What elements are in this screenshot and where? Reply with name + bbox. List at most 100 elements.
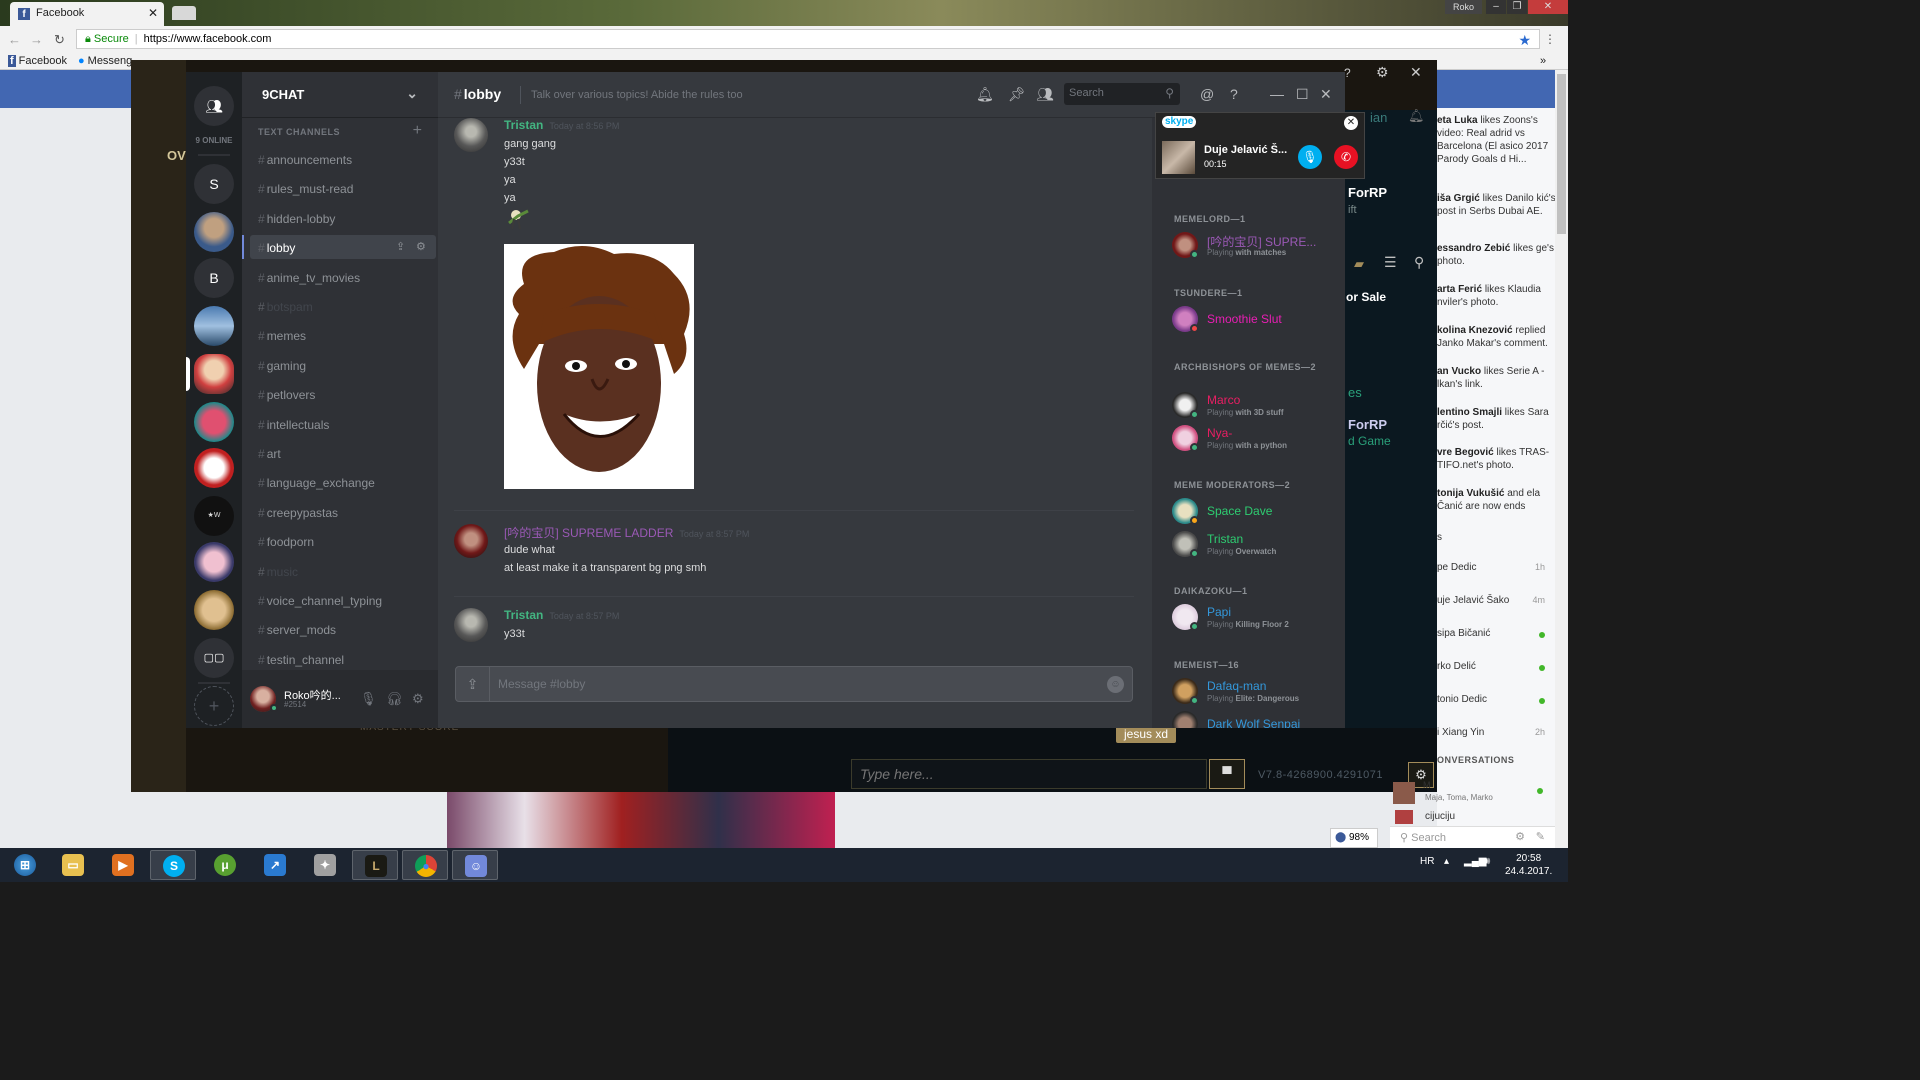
store-folder-icon[interactable]: ▰ <box>1354 256 1364 272</box>
avatar[interactable] <box>454 524 488 558</box>
pin-icon[interactable]: 📌︎ <box>1008 86 1026 103</box>
channel-item[interactable]: # music <box>250 559 436 583</box>
message-author[interactable]: Tristan Today at 8:56 PM <box>504 118 619 132</box>
ticker-item[interactable]: an Vucko likes Serie A - lkan's link. <box>1437 365 1555 391</box>
member-item[interactable]: Papi Playing Killing Floor 2 <box>1172 602 1342 634</box>
channel-item[interactable]: # hidden-lobby <box>250 206 436 230</box>
ticker-item[interactable]: tonija Vukušić and ela Čanić are now end… <box>1437 487 1555 517</box>
url-field[interactable]: 🔒︎ Secure | https://www.facebook.com ★ <box>76 29 1540 49</box>
start-button[interactable]: ⊞ <box>2 850 48 880</box>
scrollbar-thumb[interactable] <box>1557 74 1566 234</box>
channel-item[interactable]: # server_mods <box>250 617 436 641</box>
chrome-menu-icon[interactable]: ⋮ <box>1544 32 1556 46</box>
browser-tab-facebook[interactable]: f Facebook ✕ <box>10 2 164 26</box>
close-icon[interactable]: ✕ <box>1344 116 1358 130</box>
channel-item[interactable]: # voice_channel_typing <box>250 588 436 612</box>
media-player-taskbar-icon[interactable]: ▶ <box>100 850 146 880</box>
new-tab-button[interactable] <box>172 6 196 20</box>
bell-icon[interactable]: 🔔︎ <box>976 86 994 103</box>
league-taskbar-icon[interactable]: L <box>352 850 398 880</box>
contact-item[interactable]: pe Dedic 1h <box>1437 562 1555 573</box>
reload-icon[interactable]: ↻ <box>54 32 65 48</box>
new-message-icon[interactable]: ✎ <box>1536 830 1545 843</box>
channel-item[interactable]: # botspam <box>250 294 436 318</box>
friends-icon[interactable]: 👥︎ <box>194 86 234 126</box>
facebook-post-image[interactable] <box>447 792 835 848</box>
help-icon[interactable]: ? <box>1230 86 1238 102</box>
conversation-item[interactable]: M Maja, Toma, Marko <box>1393 778 1553 804</box>
message-author[interactable]: Tristan Today at 8:57 PM <box>504 608 619 622</box>
channel-item[interactable]: # language_exchange <box>250 470 436 494</box>
skype-taskbar-icon[interactable]: S <box>150 850 196 880</box>
channel-item[interactable]: # lobby ⇪ ⚙ <box>250 235 436 260</box>
guild-9chat[interactable] <box>194 354 234 394</box>
utorrent-taskbar-icon[interactable]: μ <box>202 850 248 880</box>
league-help-icon[interactable]: ? <box>1344 66 1351 80</box>
contact-item[interactable]: i Xiang Yin 2h <box>1437 727 1555 738</box>
page-scrollbar[interactable] <box>1555 70 1568 850</box>
contact-item[interactable]: sipa Bičanić <box>1437 628 1555 639</box>
mentions-icon[interactable]: @ <box>1200 86 1214 102</box>
guild-icon[interactable] <box>194 402 234 442</box>
chat-settings-icon[interactable]: ⚙ <box>1515 830 1525 843</box>
channel-item[interactable]: # creepypastas <box>250 500 436 524</box>
add-channel-icon[interactable]: + <box>413 122 422 140</box>
guild-icon[interactable] <box>194 590 234 630</box>
contact-item[interactable]: uje Jelavić Šako 4m <box>1437 595 1555 606</box>
league-gear-icon[interactable]: ⚙ <box>1376 64 1389 81</box>
member-item[interactable]: Dafaq-man Playing Elite: Dangerous <box>1172 676 1342 708</box>
server-header[interactable]: 9CHAT ⌄ <box>242 72 438 118</box>
guild-icon[interactable] <box>194 542 234 582</box>
search-input[interactable]: Search ⚲ <box>1064 83 1180 105</box>
channel-item[interactable]: # intellectuals <box>250 412 436 436</box>
discord-taskbar-icon[interactable]: ☺ <box>452 850 498 880</box>
ticker-item[interactable]: lentino Smajli likes Sara rčić's post. <box>1437 406 1555 432</box>
channel-item[interactable]: # rules_must-read <box>250 176 436 200</box>
channel-item[interactable]: # foodporn <box>250 529 436 553</box>
league-chat-input[interactable] <box>851 759 1207 789</box>
minimize-icon[interactable]: – <box>1486 0 1506 14</box>
upload-icon[interactable]: ⇪ <box>456 667 490 701</box>
explorer-taskbar-icon[interactable]: ▭ <box>50 850 96 880</box>
chat-toggle-icon[interactable]: ▀ <box>1209 759 1245 789</box>
category-header[interactable]: TEXT CHANNELS <box>258 127 340 137</box>
minimize-icon[interactable]: — <box>1270 86 1284 102</box>
contact-item[interactable]: tonio Dedic <box>1437 694 1555 705</box>
channel-item[interactable]: # anime_tv_movies <box>250 265 436 289</box>
headphones-icon[interactable]: 🎧︎ <box>386 691 403 707</box>
app-taskbar-icon[interactable]: ✦ <box>302 850 348 880</box>
forward-icon[interactable]: → <box>30 32 43 47</box>
bookmark-facebook[interactable]: f Facebook <box>8 55 67 67</box>
member-item[interactable]: Smoothie Slut <box>1172 304 1342 336</box>
meme-image[interactable] <box>504 244 694 489</box>
chrome-taskbar-icon[interactable]: ● <box>402 850 448 880</box>
ticker-item[interactable]: kolina Knezović replied Janko Makar's co… <box>1437 324 1555 350</box>
facebook-chat-search[interactable]: ⚲ Search ⚙ ✎ <box>1390 826 1555 848</box>
maximize-icon[interactable]: ☐ <box>1296 86 1309 103</box>
emoji-picker-icon[interactable]: ☺ <box>1107 676 1124 693</box>
league-overview-tab[interactable]: OV <box>167 148 186 163</box>
member-list-icon[interactable]: 👥︎ <box>1036 86 1054 103</box>
store-list-icon[interactable]: ☰ <box>1384 254 1397 271</box>
ticker-item[interactable]: vre Begović likes TRAS-TIFO.net's photo. <box>1437 446 1555 472</box>
bookmark-messenger[interactable]: ● Messeng <box>78 55 132 67</box>
close-tab-icon[interactable]: ✕ <box>148 6 158 20</box>
restore-icon[interactable]: ❐ <box>1507 0 1527 14</box>
close-icon[interactable]: ✕ <box>1320 86 1332 103</box>
message-author[interactable]: [吟的宝贝] SUPREME LADDER Today at 8:57 PM <box>504 524 749 541</box>
member-item[interactable]: Dark Wolf Senpai <box>1172 709 1342 728</box>
guild-s[interactable]: S <box>194 164 234 204</box>
channel-item[interactable]: # memes <box>250 323 436 347</box>
user-settings-gear-icon[interactable]: ⚙ <box>412 691 424 707</box>
guild-icon[interactable]: ★W <box>194 496 234 536</box>
ticker-item[interactable]: eta Luka likes Zoons's video: Real adrid… <box>1437 114 1555 166</box>
end-call-icon[interactable]: ✆ <box>1334 145 1358 169</box>
close-window-icon[interactable]: ✕ <box>1528 0 1568 14</box>
invite-icon[interactable]: ⇪ <box>396 240 405 253</box>
conversation-item[interactable]: cijuciju <box>1393 808 1553 826</box>
member-item[interactable]: Marco Playing with 3D stuff <box>1172 390 1342 422</box>
channel-item[interactable]: # art <box>250 441 436 465</box>
channel-item[interactable]: # petlovers <box>250 382 436 406</box>
channel-settings-icon[interactable]: ⚙ <box>416 240 426 253</box>
volume-icon[interactable]: 🔊︎ <box>1484 856 1490 867</box>
